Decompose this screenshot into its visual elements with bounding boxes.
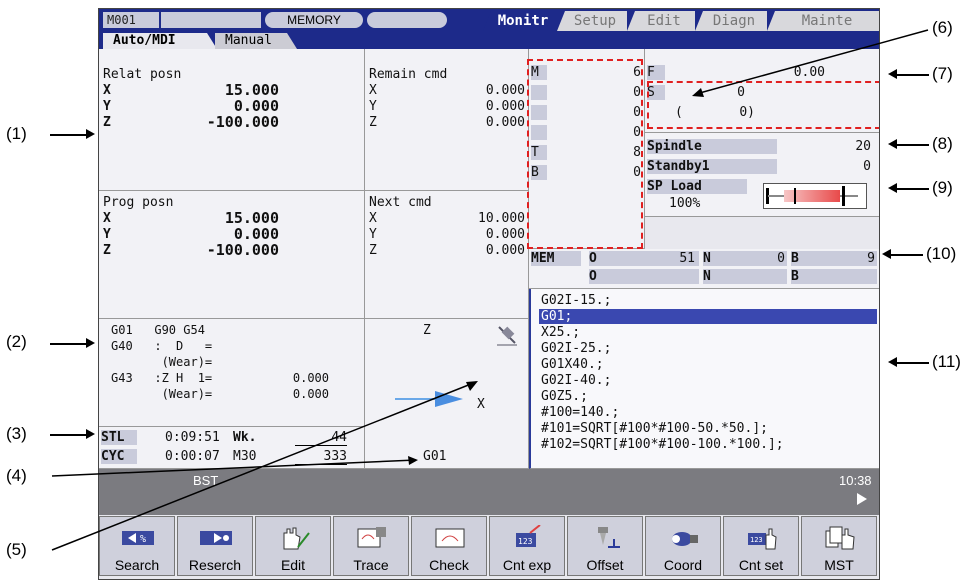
leader-6 xyxy=(695,29,929,95)
callout-leader-lines xyxy=(51,29,929,551)
leader-5 xyxy=(51,381,477,551)
leader-4 xyxy=(51,459,417,477)
leader-5-head xyxy=(466,381,478,391)
leader-6-head xyxy=(692,88,704,97)
leader-4-head xyxy=(408,456,418,465)
